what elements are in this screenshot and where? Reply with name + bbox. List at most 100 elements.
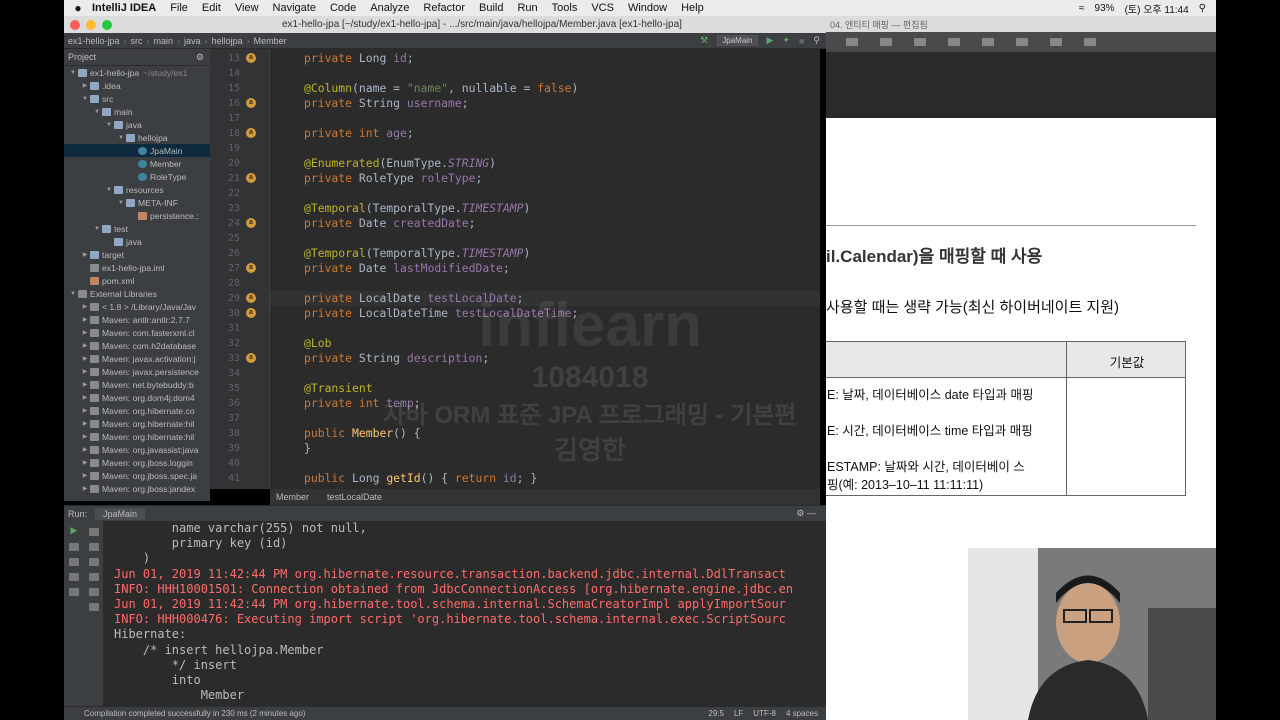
menu-help[interactable]: Help <box>681 2 704 14</box>
collapsed-arrow-icon[interactable]: ▶ <box>80 433 90 440</box>
collapsed-arrow-icon[interactable]: ▶ <box>80 368 90 375</box>
file-encoding[interactable]: UTF-8 <box>753 709 776 718</box>
rerun-icon[interactable]: ▶ <box>64 525 84 536</box>
stop-icon[interactable]: ■ <box>799 36 804 46</box>
camera-icon[interactable] <box>69 573 79 581</box>
code-line[interactable]: private int temp; <box>270 396 820 411</box>
code-line[interactable] <box>270 111 820 126</box>
tree-item[interactable]: ▶ Maven: org.hibernate.co <box>64 404 210 417</box>
collapsed-arrow-icon[interactable]: ▶ <box>80 303 90 310</box>
menu-refactor[interactable]: Refactor <box>423 2 465 14</box>
code-line[interactable]: public Member() { <box>270 426 820 441</box>
expanded-arrow-icon[interactable]: ▼ <box>68 70 78 76</box>
expanded-arrow-icon[interactable]: ▼ <box>80 96 90 102</box>
gear-icon[interactable]: ⚙ <box>196 52 210 63</box>
menu-view[interactable]: View <box>235 2 259 14</box>
build-hammer-icon[interactable]: ⚒ <box>700 35 708 46</box>
run-console[interactable]: name varchar(255) not null, primary key … <box>104 521 826 706</box>
scroll-up-icon[interactable] <box>88 528 99 536</box>
format-icon[interactable] <box>1016 38 1028 46</box>
nav-crumb[interactable]: java <box>184 36 201 46</box>
collapsed-arrow-icon[interactable]: ▶ <box>80 355 90 362</box>
menu-code[interactable]: Code <box>330 2 356 14</box>
field-gutter-icon[interactable]: a <box>246 173 256 183</box>
run-icon[interactable]: ▶ <box>767 35 774 46</box>
media-tool-icon[interactable] <box>914 38 926 46</box>
code-line[interactable] <box>270 186 820 201</box>
code-line[interactable]: private Date createdDate; <box>270 216 820 231</box>
shape-tool-icon[interactable] <box>880 38 892 46</box>
tree-item[interactable]: ▶ .idea <box>64 79 210 92</box>
scroll-down-icon[interactable] <box>88 543 99 551</box>
code-line[interactable]: private Date lastModifiedDate; <box>270 261 820 276</box>
field-gutter-icon[interactable]: a <box>246 353 256 363</box>
close-window-button[interactable] <box>70 19 80 30</box>
code-line[interactable]: private RoleType roleType; <box>270 171 820 186</box>
tree-item[interactable]: ▶ < 1.8 > /Library/Java/Jav <box>64 300 210 313</box>
tree-item[interactable]: pom.xml <box>64 274 210 287</box>
nav-crumb[interactable]: Member <box>254 36 287 46</box>
code-line[interactable]: @Temporal(TemporalType.TIMESTAMP) <box>270 201 820 216</box>
field-gutter-icon[interactable]: a <box>246 308 256 318</box>
run-tab[interactable]: JpaMain <box>95 507 146 520</box>
tree-item[interactable]: persistence.: <box>64 209 210 222</box>
code-line[interactable]: @Temporal(TemporalType.TIMESTAMP) <box>270 246 820 261</box>
code-line[interactable] <box>270 141 820 156</box>
battery-label[interactable]: 93% <box>1095 3 1115 14</box>
tree-item[interactable]: java <box>64 235 210 248</box>
breadcrumb-class[interactable]: Member <box>276 492 309 502</box>
collapsed-arrow-icon[interactable]: ▶ <box>80 472 90 479</box>
app-menu[interactable]: IntelliJ IDEA <box>92 2 156 14</box>
code-line[interactable]: } <box>270 441 820 456</box>
menu-navigate[interactable]: Navigate <box>273 2 316 14</box>
caret-position[interactable]: 29:5 <box>708 709 724 718</box>
debug-icon[interactable]: ✦ <box>782 35 790 46</box>
pin-icon[interactable] <box>69 588 79 596</box>
code-line[interactable]: @Transient <box>270 381 820 396</box>
expanded-arrow-icon[interactable]: ▼ <box>116 135 126 141</box>
nav-crumb[interactable]: src <box>131 36 143 46</box>
menu-file[interactable]: File <box>170 2 188 14</box>
tree-item[interactable]: ▶ Maven: com.h2database <box>64 339 210 352</box>
menu-vcs[interactable]: VCS <box>591 2 614 14</box>
collapsed-arrow-icon[interactable]: ▶ <box>80 381 90 388</box>
trash-icon[interactable] <box>88 603 99 611</box>
field-gutter-icon[interactable]: a <box>246 263 256 273</box>
field-gutter-icon[interactable]: a <box>246 53 256 63</box>
restore-layout-icon[interactable] <box>69 558 79 566</box>
clock[interactable]: (토) 오후 11:44 <box>1125 1 1189 16</box>
collapsed-arrow-icon[interactable]: ▶ <box>80 394 90 401</box>
menu-build[interactable]: Build <box>479 2 503 14</box>
tree-item[interactable]: ▶ Maven: org.jboss.loggin <box>64 456 210 469</box>
field-gutter-icon[interactable]: a <box>246 293 256 303</box>
code-line[interactable]: private LocalDateTime testLocalDateTime; <box>270 306 820 321</box>
apple-icon[interactable]: ● <box>64 1 92 15</box>
code-line[interactable]: private LocalDate testLocalDate; <box>270 291 820 306</box>
collapsed-arrow-icon[interactable]: ▶ <box>80 82 90 89</box>
nav-crumb[interactable]: ex1-hello-jpa <box>68 36 120 46</box>
tree-item[interactable]: ▼ ex1-hello-jpa ~/study/ex1 <box>64 66 210 79</box>
tree-item[interactable]: ▼ test <box>64 222 210 235</box>
expanded-arrow-icon[interactable]: ▼ <box>68 291 78 297</box>
tree-item[interactable]: ▶ Maven: org.hibernate:hil <box>64 417 210 430</box>
tree-item[interactable]: ▶ Maven: org.jboss.spec.ja <box>64 469 210 482</box>
code-line[interactable]: private int age; <box>270 126 820 141</box>
code-line[interactable] <box>270 231 820 246</box>
code-line[interactable]: public Long getId() { return id; } <box>270 471 820 486</box>
collapsed-arrow-icon[interactable]: ▶ <box>80 316 90 323</box>
tree-item[interactable]: ▼ META-INF <box>64 196 210 209</box>
code-line[interactable] <box>270 321 820 336</box>
tree-item[interactable]: RoleType <box>64 170 210 183</box>
tree-item[interactable]: ex1-hello-jpa.iml <box>64 261 210 274</box>
code-line[interactable]: private String username; <box>270 96 820 111</box>
menu-tools[interactable]: Tools <box>552 2 578 14</box>
text-tool-icon[interactable] <box>846 38 858 46</box>
tree-item[interactable]: ▼ src <box>64 92 210 105</box>
stop-run-icon[interactable] <box>69 543 79 551</box>
code-line[interactable] <box>270 411 820 426</box>
print-icon[interactable] <box>88 588 99 596</box>
search-icon[interactable]: ⚲ <box>1199 3 1206 14</box>
menu-analyze[interactable]: Analyze <box>370 2 409 14</box>
zoom-window-button[interactable] <box>102 19 112 30</box>
code-line[interactable]: @Enumerated(EnumType.STRING) <box>270 156 820 171</box>
